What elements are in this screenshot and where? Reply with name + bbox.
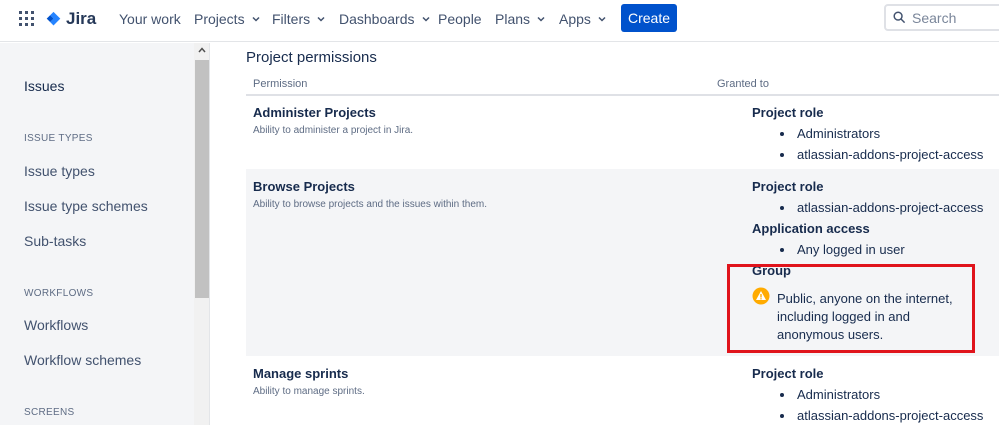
grant-item-label: Administrators [797,387,881,402]
grant-item-label: Administrators [797,126,881,141]
search-icon [893,11,906,24]
bullet [780,131,784,136]
nav-projects[interactable]: Projects [194,10,260,28]
sidebar-item-sub-tasks[interactable]: Sub-tasks [24,233,86,249]
grant-item: atlassian-addons-project-access [780,200,983,215]
bullet [780,413,784,418]
sidebar-item-issue-type-schemes[interactable]: Issue type schemes [24,198,148,214]
nav-people[interactable]: People [438,10,482,28]
grant-heading-project-role: Project role [752,105,824,120]
sidebar-item-workflows[interactable]: Workflows [24,317,88,333]
sidebar-item-workflow-schemes[interactable]: Workflow schemes [24,352,141,368]
sidebar-heading-issue-types: ISSUE TYPES [24,133,93,144]
grant-heading-application-access: Application access [752,221,870,236]
nav-dashboards[interactable]: Dashboards [339,10,430,28]
create-button[interactable]: Create [621,4,677,32]
chevron-down-icon [598,16,606,22]
search-box[interactable] [884,4,999,31]
sidebar-item-issues[interactable]: Issues [24,78,64,94]
permission-name: Browse Projects [253,179,355,194]
grant-item: atlassian-addons-project-access [780,408,983,423]
search-input[interactable] [912,9,999,26]
chevron-down-icon [537,16,545,22]
scrollbar-thumb[interactable] [195,60,209,298]
nav-your-work-label: Your work [119,11,181,27]
nav-filters-label: Filters [272,11,311,27]
nav-projects-label: Projects [194,11,245,27]
nav-apps-label: Apps [559,11,591,27]
grant-item: atlassian-addons-project-access [780,147,983,162]
bullet [780,247,784,252]
bullet [780,205,784,210]
nav-people-label: People [438,11,482,27]
chevron-down-icon [252,16,260,22]
section-title: Project permissions [246,49,377,66]
top-navigation: Jira Your work Projects Filters Dashboar… [0,0,999,42]
grant-item-label: atlassian-addons-project-access [797,147,984,162]
grant-item-label: Any logged in user [797,242,905,257]
sidebar: Issues ISSUE TYPES Issue types Issue typ… [0,43,194,425]
column-header-permission: Permission [253,78,308,90]
nav-dashboards-label: Dashboards [339,11,415,27]
chevron-down-icon [317,16,325,22]
permission-description: Ability to browse projects and the issue… [253,199,487,210]
nav-your-work[interactable]: Your work [119,10,181,28]
grant-heading-project-role: Project role [752,366,824,381]
nav-plans-label: Plans [495,11,531,27]
nav-filters[interactable]: Filters [272,10,325,28]
grant-item: Administrators [780,126,880,141]
sidebar-scrollbar[interactable] [194,43,210,425]
nav-apps[interactable]: Apps [559,10,606,28]
grant-heading-project-role: Project role [752,179,824,194]
permission-name: Manage sprints [253,366,349,381]
sidebar-heading-screens: SCREENS [24,407,75,418]
scroll-up-arrow-icon[interactable] [198,47,206,53]
jira-logo[interactable]: Jira [45,8,96,30]
highlight-box [727,264,975,353]
permission-description: Ability to manage sprints. [253,386,365,397]
grant-item-label: atlassian-addons-project-access [797,200,984,215]
column-header-granted-to: Granted to [717,78,769,90]
jira-logo-icon [46,11,61,25]
grant-item: Any logged in user [780,242,905,257]
chevron-down-icon [421,16,430,22]
sidebar-heading-workflows: WORKFLOWS [24,288,94,299]
logo-text: Jira [66,9,97,28]
sidebar-item-issue-types[interactable]: Issue types [24,163,95,179]
bullet [780,152,784,157]
permission-name: Administer Projects [253,105,376,120]
bullet [780,392,784,397]
nav-plans[interactable]: Plans [495,10,545,28]
app-switcher-icon[interactable] [19,11,34,26]
grant-item-label: atlassian-addons-project-access [797,408,984,423]
permission-description: Ability to administer a project in Jira. [253,125,414,136]
grant-item: Administrators [780,387,880,402]
